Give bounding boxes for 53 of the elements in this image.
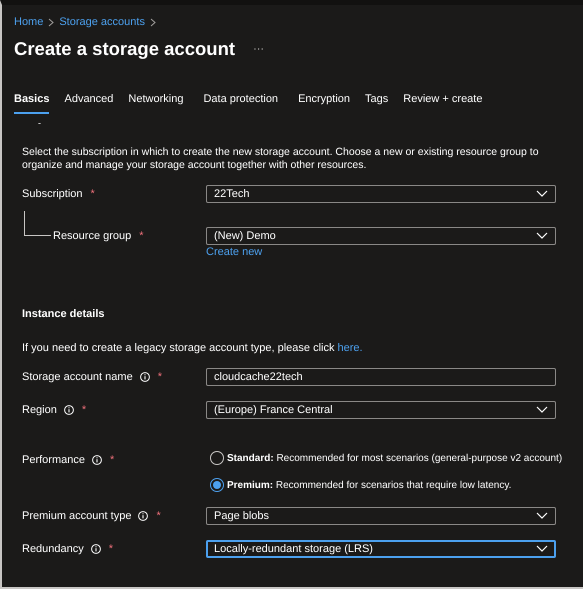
chevron-right-icon <box>48 18 54 26</box>
required-asterisk: * <box>90 188 95 200</box>
info-icon[interactable] <box>90 544 101 554</box>
field-label: Subscription <box>22 188 83 200</box>
tab[interactable]: Networking <box>128 93 184 114</box>
tab[interactable]: Review + create <box>403 93 482 114</box>
chevron-right-icon <box>150 18 156 26</box>
chevron-down-icon <box>536 512 548 520</box>
tab[interactable]: Basics <box>14 93 50 114</box>
required-asterisk: * <box>108 543 114 555</box>
info-icon[interactable] <box>92 455 102 465</box>
legacy-note-text: If you need to create a legacy storage account type, please click here. <box>22 342 363 354</box>
field-label: Performance <box>22 454 85 466</box>
radio-button[interactable] <box>210 478 224 492</box>
section-heading: Instance details <box>22 308 105 320</box>
field-label: Storage account name <box>22 371 133 383</box>
description-text: Select the subscription in which to create the new storage account. Choose a new or existing resource group to organize and manage your storage account together with other resources. <box>22 146 540 171</box>
here-link[interactable]: here. <box>338 342 363 354</box>
more-options-button[interactable]: ··· <box>251 43 266 55</box>
tab[interactable]: Encryption <box>298 93 350 114</box>
required-asterisk: * <box>158 371 162 383</box>
field-label: Region <box>22 404 57 416</box>
chevron-down-icon <box>536 190 548 198</box>
create-new-link[interactable]: Create new <box>206 246 262 258</box>
dropdown-field[interactable]: (Europe) France Central <box>206 401 556 419</box>
info-icon[interactable] <box>140 372 150 382</box>
required-asterisk: * <box>110 454 114 466</box>
info-icon[interactable] <box>64 405 74 415</box>
text-input-field[interactable]: cloudcache22tech <box>206 368 556 386</box>
chevron-down-icon <box>536 545 548 553</box>
required-asterisk: * <box>82 404 86 416</box>
radio-option-label[interactable]: Standard: Recommended for most scenarios (general-purpose v2 account) <box>227 452 562 464</box>
field-label: Resource group <box>53 230 132 242</box>
required-asterisk: * <box>156 510 161 522</box>
breadcrumb-link[interactable]: Storage accounts <box>59 16 145 28</box>
field-label: Premium account type <box>22 510 132 522</box>
dropdown-field[interactable]: Locally-redundant storage (LRS) <box>206 540 556 558</box>
radio-button[interactable] <box>210 451 224 465</box>
tab[interactable]: Advanced <box>64 93 114 114</box>
info-icon[interactable] <box>138 511 148 521</box>
dropdown-field[interactable]: Page blobs <box>206 507 556 525</box>
tab[interactable]: Data protection <box>203 93 278 114</box>
required-asterisk: * <box>139 230 144 242</box>
tab[interactable]: Tags <box>365 93 388 114</box>
dash-mark: - <box>38 118 42 130</box>
dropdown-field[interactable]: (New) Demo <box>206 227 556 245</box>
page-title: Create a storage account <box>14 38 236 60</box>
radio-option-label[interactable]: Premium: Recommended for scenarios that require low latency. <box>227 480 512 490</box>
breadcrumb-link[interactable]: Home <box>14 16 44 28</box>
chevron-down-icon <box>536 406 548 414</box>
field-label: Redundancy <box>22 543 84 555</box>
dropdown-field[interactable]: 22Tech <box>206 185 556 203</box>
chevron-down-icon <box>536 232 548 240</box>
